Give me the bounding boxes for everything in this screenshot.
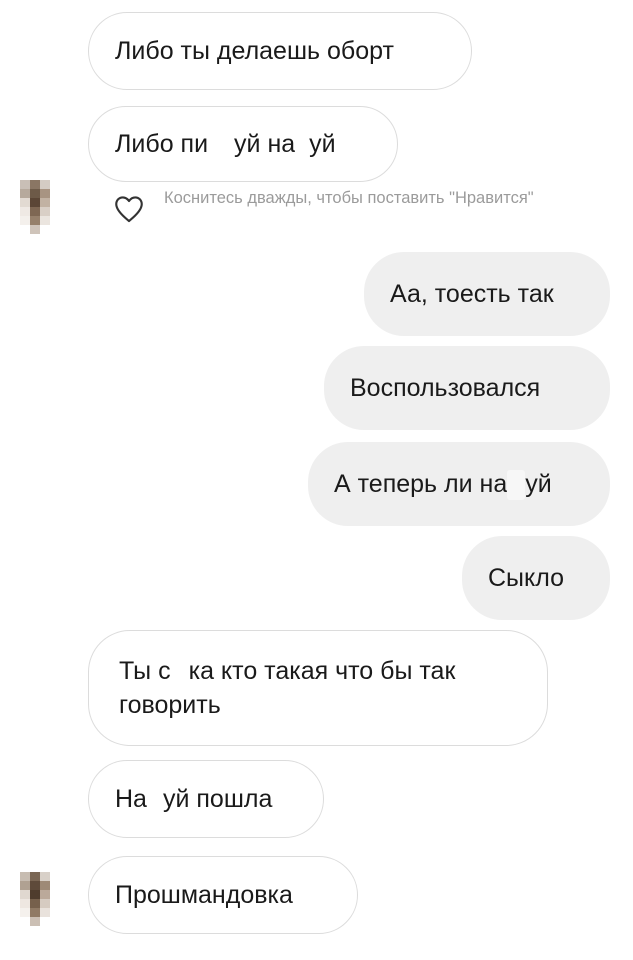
- message-incoming[interactable]: На уй пошла: [88, 760, 324, 838]
- censor-block: [170, 657, 189, 688]
- censor-block: [507, 470, 526, 501]
- message-incoming[interactable]: Ты с ка кто такая что бы так говорить: [88, 630, 548, 746]
- censor-block: [146, 785, 163, 816]
- message-text-part: уй: [525, 470, 552, 498]
- message-text-part: Ты с: [119, 657, 171, 685]
- message-text: На уй пошла: [115, 782, 272, 816]
- message-outgoing[interactable]: А теперь ли на уй: [308, 442, 610, 526]
- message-text-part: уй: [309, 130, 336, 158]
- message-text: Воспользовался: [350, 374, 541, 402]
- heart-outline-icon[interactable]: [112, 192, 146, 226]
- message-outgoing[interactable]: Воспользовался: [324, 346, 610, 430]
- censor-block: [208, 130, 235, 161]
- like-hint-text: Коснитесь дважды, чтобы поставить "Нрави…: [164, 189, 534, 207]
- avatar[interactable]: [20, 180, 50, 234]
- message-incoming[interactable]: Либо пи уй на уй: [88, 106, 398, 182]
- message-text: Ты с ка кто такая что бы так говорить: [119, 654, 517, 722]
- message-text-part: А теперь ли на: [334, 470, 508, 498]
- message-text: Прошмандовка: [115, 881, 293, 909]
- message-text-part: уй на: [234, 130, 296, 158]
- message-outgoing[interactable]: Сыкло: [462, 536, 610, 620]
- message-text: Аа, тоесть так: [390, 280, 554, 308]
- message-text: Сыкло: [488, 564, 565, 592]
- message-text-part: уй пошла: [162, 785, 273, 813]
- message-outgoing[interactable]: Аа, тоесть так: [364, 252, 610, 336]
- avatar[interactable]: [20, 872, 50, 926]
- message-incoming[interactable]: Либо ты делаешь оборт: [88, 12, 472, 90]
- message-text-part: Либо пи: [115, 130, 209, 158]
- like-hint: Коснитесь дважды, чтобы поставить "Нрави…: [112, 188, 584, 226]
- message-incoming[interactable]: Прошмандовка: [88, 856, 358, 934]
- censor-block: [295, 130, 310, 161]
- message-text: Либо пи уй на уй: [115, 127, 336, 161]
- message-text: А теперь ли на уй: [334, 467, 552, 501]
- message-text: Либо ты делаешь оборт: [115, 37, 394, 65]
- message-text-part: На: [115, 785, 147, 813]
